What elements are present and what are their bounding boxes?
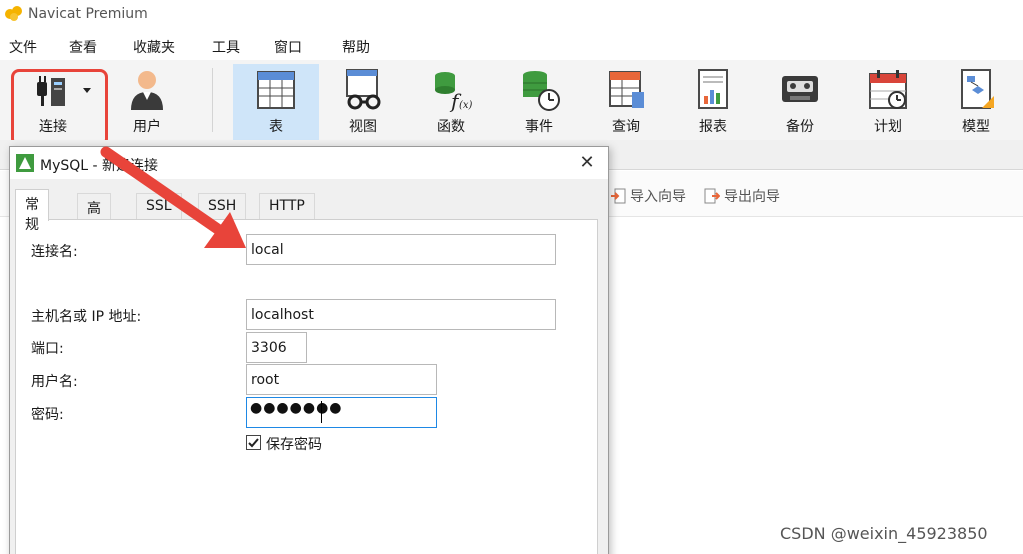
toolbar-event-label: 事件 [525,119,553,135]
host-input[interactable] [246,299,556,330]
toolbar-view-button[interactable]: 视图 [320,64,406,140]
toolbar-function-button[interactable]: f (x) 函数 [408,64,494,140]
view-icon [346,69,381,110]
report-icon [698,69,728,109]
model-icon [961,69,994,109]
save-password-checkbox[interactable] [246,435,261,450]
app-title: Navicat Premium [28,6,148,22]
table-icon [257,71,295,109]
svg-text:(x): (x) [459,100,473,111]
toolbar-event-button[interactable]: 事件 [496,64,582,140]
username-label: 用户名: [31,374,78,390]
menu-window[interactable]: 窗口 [274,37,302,57]
port-label: 端口: [31,341,64,357]
tab-http[interactable]: HTTP [259,193,315,219]
toolbar-query-label: 查询 [612,119,640,135]
toolbar-report-button[interactable]: 报表 [670,64,756,140]
toolbar-function-label: 函数 [437,119,465,135]
dialog-title: MySQL - 新建连接 [40,158,159,174]
toolbar-table-label: 表 [269,119,283,135]
toolbar-table-button[interactable]: 表 [233,64,319,140]
connection-name-input[interactable] [246,234,556,265]
user-icon [131,71,163,110]
menu-favorites[interactable]: 收藏夹 [133,37,175,57]
toolbar-backup-label: 备份 [786,119,814,135]
export-icon [704,188,720,204]
new-connection-dialog: MySQL - 新建连接 ✕ 常规 高级 SSL SSH HTTP [9,146,609,554]
watermark: CSDN @weixin_45923850 [780,524,988,543]
menu-tools[interactable]: 工具 [212,37,240,57]
menu-help[interactable]: 帮助 [342,37,370,57]
save-password-label: 保存密码 [266,437,322,453]
checkmark-icon [248,438,259,448]
close-icon[interactable]: ✕ [576,153,598,173]
event-icon [523,71,560,111]
toolbar-view-label: 视图 [349,119,377,135]
toolbar-schedule-button[interactable]: 计划 [845,64,931,140]
import-icon [611,188,626,204]
password-label: 密码: [31,407,64,423]
toolbar-backup-button[interactable]: 备份 [757,64,843,140]
username-input[interactable] [246,364,437,395]
function-icon: f (x) [435,72,473,112]
toolbar-model-label: 模型 [962,119,990,135]
title-bar: Navicat Premium [0,0,1023,30]
toolbar-user-button[interactable]: 用户 [104,64,190,140]
password-mask: ●●●●●●● [250,400,343,416]
import-wizard-button[interactable]: 导入向导 [610,186,686,206]
navicat-logo-icon [5,6,22,21]
export-wizard-button[interactable]: 导出向导 [704,186,780,206]
tab-ssh[interactable]: SSH [198,193,247,219]
menu-file[interactable]: 文件 [9,37,37,57]
mysql-connection-icon [16,154,34,172]
tab-advanced[interactable]: 高级 [77,193,111,237]
backup-icon [782,76,818,102]
toolbar-model-button[interactable]: 模型 [933,64,1019,140]
dialog-title-bar: MySQL - 新建连接 ✕ [10,147,608,179]
schedule-icon [869,70,907,109]
tab-ssl[interactable]: SSL [136,193,182,219]
toolbar-query-button[interactable]: 查询 [583,64,669,140]
toolbar-report-label: 报表 [699,119,727,135]
toolbar-user-label: 用户 [133,119,161,135]
connection-name-label: 连接名: [31,244,78,260]
import-wizard-label: 导入向导 [630,189,686,205]
text-caret [321,401,322,423]
toolbar-schedule-label: 计划 [874,119,902,135]
tab-general[interactable]: 常规 [15,189,49,233]
menu-view[interactable]: 查看 [69,37,97,57]
toolbar-separator [212,68,213,132]
connect-highlight-box [11,69,108,147]
menu-bar: 文件 查看 收藏夹 工具 窗口 帮助 [0,30,1023,60]
host-label: 主机名或 IP 地址: [31,309,142,325]
main-toolbar: 连接 用户 表 视图 f (x) 函数 事件 查询 报表 备份 计划 模型 [0,60,1023,140]
port-input[interactable] [246,332,307,363]
query-icon [609,71,644,108]
export-wizard-label: 导出向导 [724,189,780,205]
